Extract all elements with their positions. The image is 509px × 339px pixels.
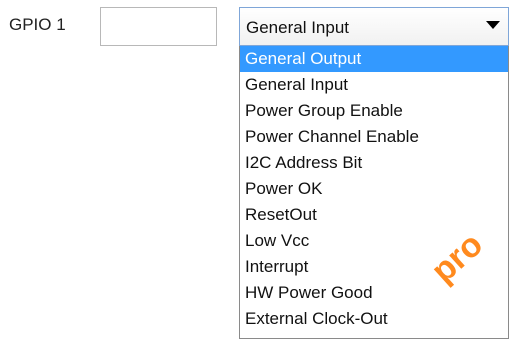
dropdown-option-resetout[interactable]: ResetOut bbox=[240, 202, 508, 228]
gpio-label: GPIO 1 bbox=[9, 15, 66, 34]
gpio-configuration-panel: GPIO 1 General Input General Output Gene… bbox=[0, 0, 509, 339]
dropdown-option-external-clock-out[interactable]: External Clock-Out bbox=[240, 306, 508, 332]
dropdown-option-power-group-enable[interactable]: Power Group Enable bbox=[240, 98, 508, 124]
dropdown-option-power-ok[interactable]: Power OK bbox=[240, 176, 508, 202]
gpio-text-field[interactable] bbox=[100, 7, 217, 46]
gpio-mode-dropdown-list[interactable]: General Output General Input Power Group… bbox=[239, 46, 509, 339]
dropdown-option-general-input[interactable]: General Input bbox=[240, 72, 508, 98]
dropdown-option-i2c-address-bit[interactable]: I2C Address Bit bbox=[240, 150, 508, 176]
dropdown-option-hw-power-good[interactable]: HW Power Good bbox=[240, 280, 508, 306]
dropdown-option-power-channel-enable[interactable]: Power Channel Enable bbox=[240, 124, 508, 150]
dropdown-option-general-output[interactable]: General Output bbox=[240, 46, 508, 72]
gpio-mode-current-value: General Input bbox=[246, 18, 350, 37]
gpio-mode-select[interactable]: General Input bbox=[239, 7, 509, 46]
chevron-down-icon[interactable] bbox=[486, 21, 500, 29]
